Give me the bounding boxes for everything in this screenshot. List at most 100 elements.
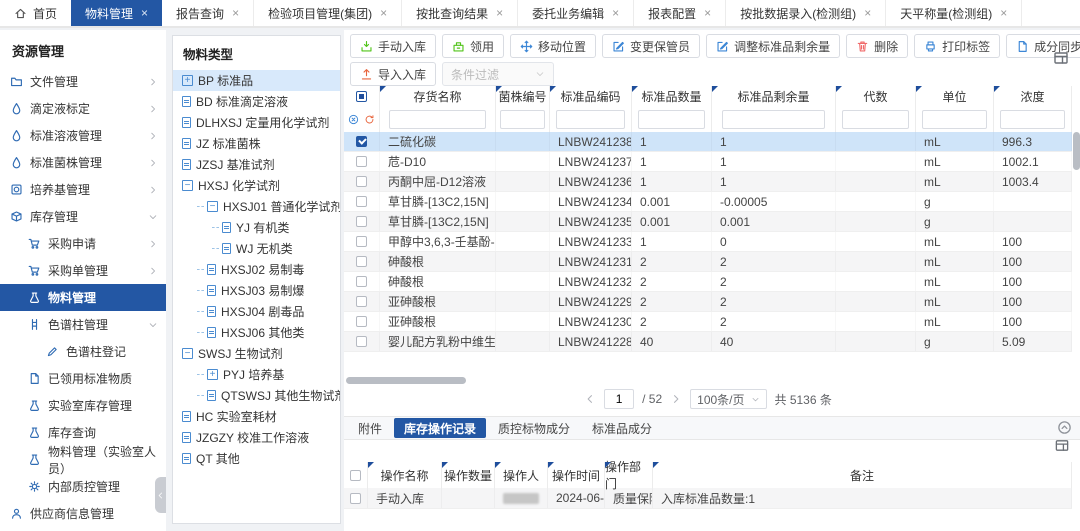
- column-header-2[interactable]: 标准品编码: [550, 86, 632, 106]
- table-row-9[interactable]: 亚砷酸根LNBW24123022mL100: [344, 312, 1072, 332]
- tab-1[interactable]: 物料管理×: [71, 0, 162, 26]
- table-row-7[interactable]: 砷酸根LNBW24123222mL100: [344, 272, 1072, 292]
- document-icon[interactable]: [182, 117, 191, 128]
- collapse-minus-icon[interactable]: −: [182, 348, 193, 359]
- select-all-checkbox[interactable]: [356, 91, 367, 102]
- tree-node-10[interactable]: HXSJ03 易制爆: [173, 280, 340, 301]
- column-header-6[interactable]: 单位: [916, 86, 994, 106]
- table-row-6[interactable]: 砷酸根LNBW24123122mL100: [344, 252, 1072, 272]
- filter-input-1[interactable]: [500, 110, 545, 129]
- import-inbound-button[interactable]: 导入入库: [350, 62, 436, 86]
- toolbar-button-6[interactable]: 打印标签: [914, 34, 1000, 58]
- bottom-grid-settings-icon[interactable]: [1054, 438, 1070, 453]
- row-checkbox[interactable]: [356, 216, 367, 227]
- close-icon[interactable]: ×: [864, 6, 871, 20]
- column-header-7[interactable]: 浓度: [994, 86, 1072, 106]
- condition-filter-select[interactable]: 条件过滤: [442, 62, 554, 86]
- sidebar-item-6[interactable]: 采购申请: [0, 230, 166, 257]
- bottom-column-header-3[interactable]: 操作时间: [548, 462, 605, 488]
- bottom-tab-3[interactable]: 标准品成分: [582, 418, 662, 438]
- document-icon[interactable]: [182, 138, 191, 149]
- tree-node-4[interactable]: JZSJ 基准试剂: [173, 154, 340, 175]
- sidebar-item-16[interactable]: 供应商信息管理: [0, 500, 166, 527]
- document-icon[interactable]: [207, 285, 216, 296]
- sidebar-item-15[interactable]: 内部质控管理: [0, 473, 166, 500]
- page-size-select[interactable]: 100条/页: [690, 389, 766, 409]
- close-icon[interactable]: ×: [496, 6, 503, 20]
- tree-node-8[interactable]: WJ 无机类: [173, 238, 340, 259]
- tab-home[interactable]: 首页: [0, 0, 71, 26]
- table-row-4[interactable]: 草甘膦-[13C2,15N]LNBW2412350.0010.001g: [344, 212, 1072, 232]
- sidebar-item-5[interactable]: 库存管理: [0, 203, 166, 230]
- document-icon[interactable]: [222, 243, 231, 254]
- filter-input-2[interactable]: [556, 110, 624, 129]
- tree-node-0[interactable]: +BP 标准品: [173, 70, 340, 91]
- row-checkbox[interactable]: [356, 156, 367, 167]
- sidebar-item-11[interactable]: 已领用标准物质: [0, 365, 166, 392]
- column-header-3[interactable]: 标准品数量: [632, 86, 712, 106]
- tree-node-2[interactable]: DLHXSJ 定量用化学试剂: [173, 112, 340, 133]
- expand-plus-icon[interactable]: +: [182, 75, 193, 86]
- tree-node-9[interactable]: HXSJ02 易制毒: [173, 259, 340, 280]
- row-checkbox[interactable]: [356, 276, 367, 287]
- tree-node-1[interactable]: BD 标准滴定溶液: [173, 91, 340, 112]
- sidebar-item-0[interactable]: 文件管理: [0, 68, 166, 95]
- tree-node-16[interactable]: HC 实验室耗材: [173, 406, 340, 427]
- bottom-column-header-5[interactable]: 备注: [653, 462, 1072, 488]
- toolbar-button-0[interactable]: 手动入库: [350, 34, 436, 58]
- filter-input-4[interactable]: [722, 110, 825, 129]
- bottom-column-header-4[interactable]: 操作部门: [605, 462, 653, 488]
- tree-node-5[interactable]: −HXSJ 化学试剂: [173, 175, 340, 196]
- document-icon[interactable]: [207, 327, 216, 338]
- table-row-0[interactable]: 二硫化碳LNBW24123811mL996.3: [344, 132, 1072, 152]
- sidebar-item-10[interactable]: 色谱柱登记: [0, 338, 166, 365]
- document-icon[interactable]: [182, 453, 191, 464]
- column-header-4[interactable]: 标准品剩余量: [712, 86, 836, 106]
- row-checkbox[interactable]: [356, 196, 367, 207]
- close-icon[interactable]: ×: [1000, 6, 1007, 20]
- tree-node-17[interactable]: JZGZY 校准工作溶液: [173, 427, 340, 448]
- collapse-minus-icon[interactable]: −: [182, 180, 193, 191]
- vertical-scrollbar-thumb[interactable]: [1073, 132, 1080, 170]
- document-icon[interactable]: [182, 159, 191, 170]
- document-icon[interactable]: [207, 264, 216, 275]
- tab-4[interactable]: 按批查询结果×: [402, 0, 518, 26]
- close-icon[interactable]: ×: [141, 6, 148, 20]
- filter-input-5[interactable]: [842, 110, 908, 129]
- bottom-column-header-0[interactable]: 操作名称: [368, 462, 442, 488]
- tree-node-12[interactable]: HXSJ06 其他类: [173, 322, 340, 343]
- bottom-select-all-checkbox[interactable]: [350, 470, 361, 481]
- column-header-0[interactable]: 存货名称: [380, 86, 496, 106]
- row-checkbox[interactable]: [356, 336, 367, 347]
- tab-7[interactable]: 按批数据录入(检测组)×: [726, 0, 886, 26]
- row-checkbox[interactable]: [356, 296, 367, 307]
- document-icon[interactable]: [207, 390, 216, 401]
- filter-input-0[interactable]: [389, 110, 486, 129]
- tree-node-14[interactable]: +PYJ 培养基: [173, 364, 340, 385]
- table-row-1[interactable]: 苊-D10LNBW24123711mL1002.1: [344, 152, 1072, 172]
- tree-node-3[interactable]: JZ 标准菌株: [173, 133, 340, 154]
- sidebar-item-2[interactable]: 标准溶液管理: [0, 122, 166, 149]
- expand-plus-icon[interactable]: +: [207, 369, 218, 380]
- tab-5[interactable]: 委托业务编辑×: [518, 0, 634, 26]
- filter-input-6[interactable]: [922, 110, 987, 129]
- sidebar-item-9[interactable]: 色谱柱管理: [0, 311, 166, 338]
- sidebar-item-8[interactable]: 物料管理: [0, 284, 166, 311]
- filter-input-7[interactable]: [1000, 110, 1065, 129]
- refresh-icon[interactable]: [364, 114, 375, 125]
- row-checkbox[interactable]: [356, 136, 367, 147]
- tree-node-6[interactable]: −HXSJ01 普通化学试剂: [173, 196, 340, 217]
- tree-node-11[interactable]: HXSJ04 剧毒品: [173, 301, 340, 322]
- toolbar-button-4[interactable]: 调整标准品剩余量: [706, 34, 840, 58]
- document-icon[interactable]: [182, 432, 191, 443]
- bottom-column-header-1[interactable]: 操作数量: [442, 462, 495, 488]
- sidebar-item-3[interactable]: 标准菌株管理: [0, 149, 166, 176]
- row-checkbox[interactable]: [356, 256, 367, 267]
- collapse-minus-icon[interactable]: −: [207, 201, 218, 212]
- tab-8[interactable]: 天平称量(检测组)×: [886, 0, 1022, 26]
- tree-node-15[interactable]: QTSWSJ 其他生物试剂: [173, 385, 340, 406]
- sidebar-collapse-handle[interactable]: [155, 477, 166, 513]
- tab-3[interactable]: 检验项目管理(集团)×: [254, 0, 402, 26]
- sidebar-item-1[interactable]: 滴定液标定: [0, 95, 166, 122]
- toolbar-button-2[interactable]: 移动位置: [510, 34, 596, 58]
